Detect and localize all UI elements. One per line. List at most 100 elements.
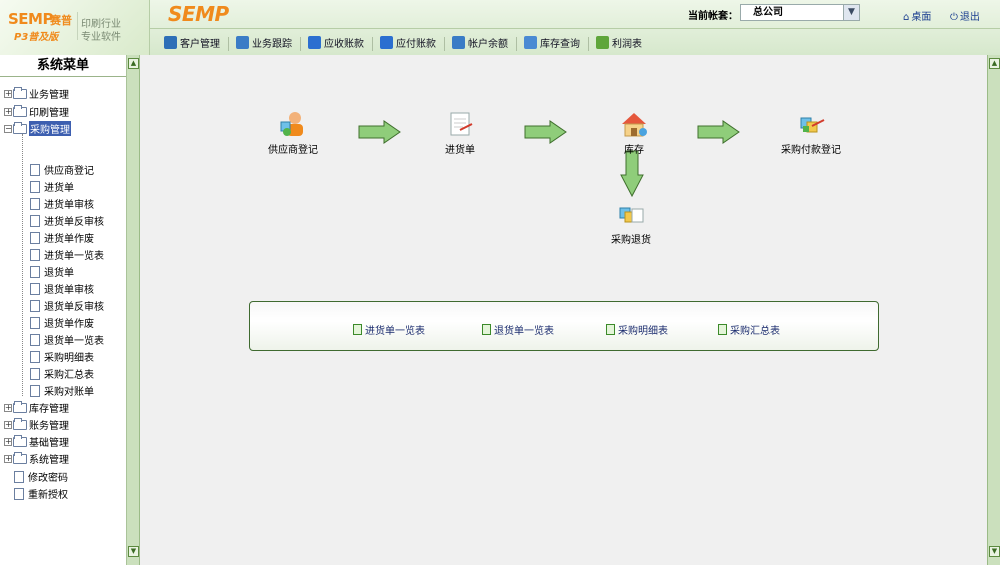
- scroll-down-icon[interactable]: ▼: [989, 546, 1000, 557]
- folder-icon: [13, 86, 27, 99]
- tree-group-basic[interactable]: + 基础管理: [0, 433, 69, 450]
- flow-inventory[interactable]: 库存: [620, 110, 648, 156]
- tree-label: 采购对账单: [44, 387, 94, 398]
- report-label: 采购汇总表: [730, 326, 780, 337]
- expand-icon[interactable]: +: [4, 107, 12, 116]
- menu-separator: [228, 37, 229, 51]
- sidebar-title: 系统菜单: [0, 55, 126, 77]
- document-icon: [30, 214, 40, 227]
- menu-profit[interactable]: 利润表: [596, 35, 642, 50]
- expand-icon[interactable]: +: [4, 437, 12, 446]
- tree-item-return[interactable]: 退货单: [0, 263, 74, 280]
- flow-arrow-3: [697, 120, 740, 144]
- tree-label-selected: 采购管理: [29, 121, 71, 136]
- menu-label: 应付账款: [396, 39, 436, 50]
- expand-icon[interactable]: +: [4, 454, 12, 463]
- sidebar-scrollbar[interactable]: ▲ ▼: [127, 55, 140, 565]
- document-icon: [30, 316, 40, 329]
- expand-icon[interactable]: +: [4, 89, 12, 98]
- desktop-link[interactable]: ⌂ 桌面: [903, 8, 931, 23]
- account-value: 总公司: [753, 7, 783, 18]
- main-scrollbar[interactable]: ▲ ▼: [987, 55, 1000, 565]
- tree-label: 退货单审核: [44, 285, 94, 296]
- chevron-down-icon[interactable]: ▼: [843, 5, 859, 20]
- tree-item-return-list[interactable]: 退货单一览表: [0, 331, 104, 348]
- report-purchase-detail[interactable]: 采购明细表: [606, 322, 668, 337]
- menu-payables[interactable]: 应付账款: [380, 35, 436, 50]
- menu-label: 应收账款: [324, 39, 364, 50]
- document-icon: [30, 282, 40, 295]
- tree-item-reauthorize[interactable]: 重新授权: [0, 485, 68, 502]
- tree-label: 进货单审核: [44, 200, 94, 211]
- menu-separator: [588, 37, 589, 51]
- tree-group-system[interactable]: + 系统管理: [0, 450, 69, 467]
- scroll-down-icon[interactable]: ▼: [128, 546, 139, 557]
- scroll-up-icon[interactable]: ▲: [128, 58, 139, 69]
- report-po-list[interactable]: 进货单一览表: [353, 322, 425, 337]
- tree-item-change-password[interactable]: 修改密码: [0, 468, 68, 485]
- account-select[interactable]: 总公司 ▼: [740, 4, 860, 21]
- customer-icon: [164, 36, 177, 49]
- tree-group-printing[interactable]: + 印刷管理: [0, 103, 69, 120]
- tree-group-business[interactable]: + 业务管理: [0, 85, 69, 102]
- reports-panel: 进货单一览表 退货单一览表 采购明细表 采购汇总表: [249, 301, 879, 351]
- flow-label: 供应商登记: [268, 145, 318, 156]
- tree-item-purchase-summary[interactable]: 采购汇总表: [0, 365, 94, 382]
- report-label: 退货单一览表: [494, 326, 554, 337]
- document-icon: [30, 163, 40, 176]
- expand-icon[interactable]: +: [4, 420, 12, 429]
- flow-arrow-1: [358, 120, 401, 144]
- flow-supplier[interactable]: 供应商登记: [268, 110, 318, 156]
- flow-arrow-down: [620, 150, 644, 198]
- menu-receivables[interactable]: 应收账款: [308, 35, 364, 50]
- tree-item-po-list[interactable]: 进货单一览表: [0, 246, 104, 263]
- menu-separator: [516, 37, 517, 51]
- tree-group-inventory[interactable]: + 库存管理: [0, 399, 69, 416]
- tree-item-return-void[interactable]: 退货单作废: [0, 314, 94, 331]
- tree-label: 系统管理: [29, 455, 69, 466]
- tree-group-purchase[interactable]: − 采购管理: [0, 120, 71, 137]
- menu-customer[interactable]: 客户管理: [164, 35, 220, 50]
- arrow-right: [358, 120, 740, 198]
- report-purchase-summary[interactable]: 采购汇总表: [718, 322, 780, 337]
- sidebar: 系统菜单 + 业务管理 + 印刷管理 − 采购管理 供应商登记 进货单 进货单审…: [0, 55, 127, 565]
- tree-item-po-unaudit[interactable]: 进货单反审核: [0, 212, 104, 229]
- logo: SEMP 赛普 P3普及版 印刷行业 专业软件: [0, 0, 150, 55]
- report-return-list[interactable]: 退货单一览表: [482, 322, 554, 337]
- flow-arrows: [358, 120, 740, 198]
- tree-item-return-audit[interactable]: 退货单审核: [0, 280, 94, 297]
- document-icon: [482, 324, 491, 335]
- expand-icon[interactable]: +: [4, 403, 12, 412]
- tree-item-supplier[interactable]: 供应商登记: [0, 161, 94, 178]
- account-label: 当前帐套：: [688, 11, 738, 22]
- flow-return[interactable]: 采购退货: [611, 200, 651, 246]
- tree-label: 进货单一览表: [44, 251, 104, 262]
- menu-account-balance[interactable]: 帐户余额: [452, 35, 508, 50]
- logout-link[interactable]: ⏻ 退出: [950, 8, 980, 23]
- tree-label: 退货单作废: [44, 319, 94, 330]
- document-icon: [30, 248, 40, 261]
- document-icon: [14, 470, 24, 483]
- balance-icon: [452, 36, 465, 49]
- tree-label: 重新授权: [28, 490, 68, 501]
- tree-item-po-audit[interactable]: 进货单审核: [0, 195, 94, 212]
- logo-cn: 赛普: [50, 14, 72, 27]
- flow-payment[interactable]: 采购付款登记: [781, 110, 841, 156]
- tree-item-return-unaudit[interactable]: 退货单反审核: [0, 297, 104, 314]
- tree-item-purchase-detail[interactable]: 采购明细表: [0, 348, 94, 365]
- menu-inventory-query[interactable]: 库存查询: [524, 35, 580, 50]
- tree-item-purchase-statement[interactable]: 采购对账单: [0, 382, 94, 399]
- scroll-up-icon[interactable]: ▲: [989, 58, 1000, 69]
- collapse-icon[interactable]: −: [4, 124, 12, 133]
- menu-business-tracking[interactable]: 业务跟踪: [236, 35, 292, 50]
- tree-item-po-void[interactable]: 进货单作废: [0, 229, 94, 246]
- document-icon: [30, 333, 40, 346]
- report-label: 采购明细表: [618, 326, 668, 337]
- flow-label: 采购付款登记: [781, 145, 841, 156]
- tree-label: 印刷管理: [29, 108, 69, 119]
- flow-purchase-order[interactable]: 进货单: [445, 110, 475, 156]
- tree-item-purchase-order[interactable]: 进货单: [0, 178, 74, 195]
- tree-group-accounting[interactable]: + 账务管理: [0, 416, 69, 433]
- tree-label: 采购汇总表: [44, 370, 94, 381]
- header: SEMP 赛普 P3普及版 印刷行业 专业软件 SEMP 当前帐套： 总公司 ▼…: [0, 0, 1000, 55]
